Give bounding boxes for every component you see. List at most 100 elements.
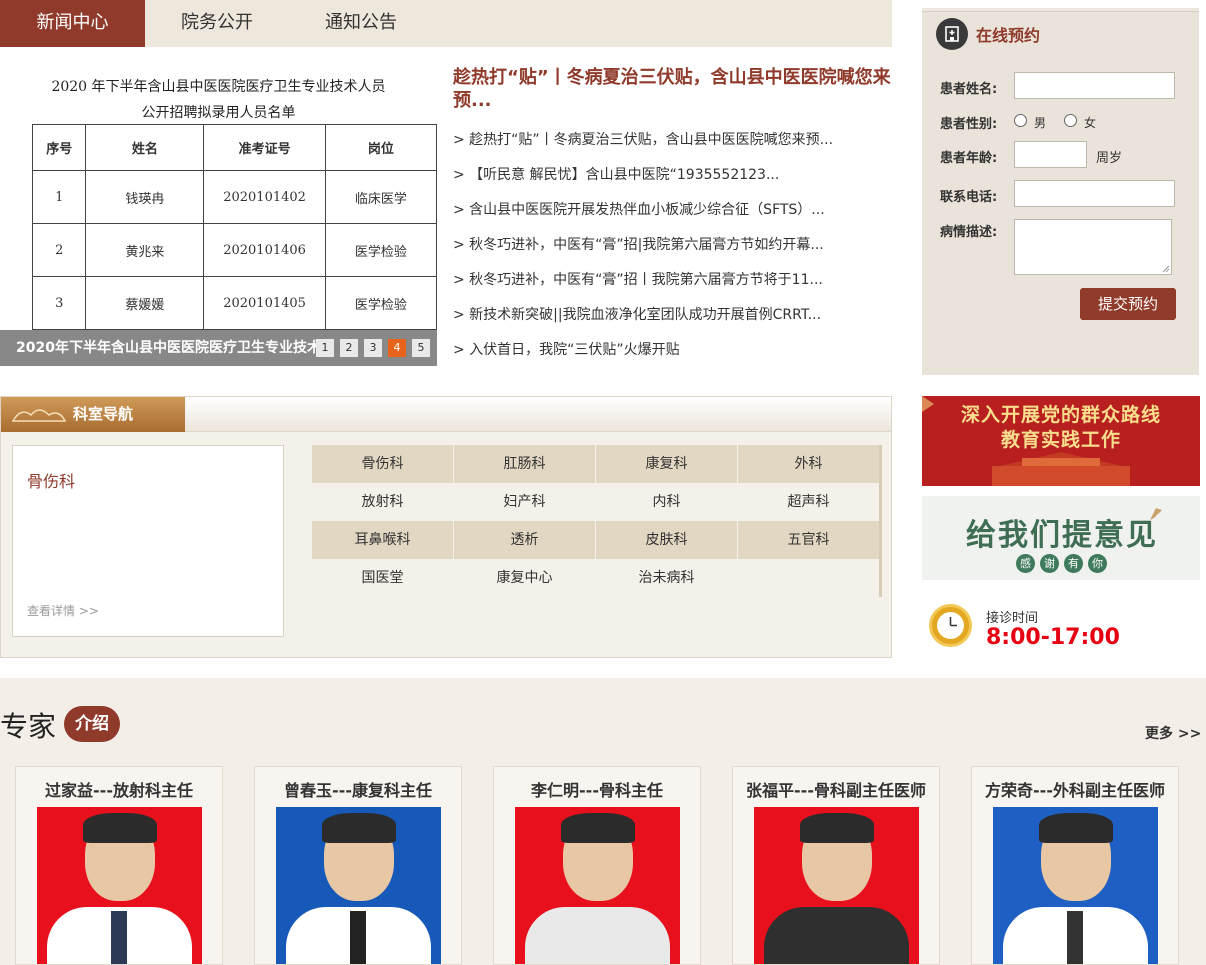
experts-badge: 介绍 <box>64 706 120 742</box>
expert-photo <box>993 807 1158 964</box>
department-item[interactable]: 透析 <box>454 521 595 559</box>
expert-card[interactable]: 过家益---放射科主任 <box>15 766 223 965</box>
slide-table-cell: 医学检验 <box>324 276 437 330</box>
department-nav-tab: 科室导航 <box>1 397 185 432</box>
department-item[interactable]: 耳鼻喉科 <box>312 521 453 559</box>
slide-table-cell: 2 <box>31 223 87 277</box>
slide-table-cell: 2020101406 <box>203 223 326 277</box>
slide-table-cell: 临床医学 <box>324 170 437 224</box>
department-item[interactable]: 治未病科 <box>596 559 737 597</box>
news-headline[interactable]: 趁热打“贴”丨冬病夏治三伏贴，含山县中医医院喊您来预... <box>453 66 898 112</box>
department-item[interactable]: 康复中心 <box>454 559 595 597</box>
slide-table-cell: 2020101402 <box>203 170 326 224</box>
patient-name-label: 患者姓名: <box>940 82 998 97</box>
tab-news-center[interactable]: 新闻中心 <box>0 0 145 47</box>
slide-caption-bar[interactable]: 2020年下半年含山县中医医院医疗卫生专业技术人员公开招聘拟录用人员名单 1 2… <box>0 330 437 366</box>
condition-desc-textarea[interactable] <box>1014 219 1172 275</box>
slide-doc-title: 2020 年下半年含山县中医医院医疗卫生专业技术人员 <box>51 79 386 95</box>
patient-age-input[interactable] <box>1014 141 1087 168</box>
selected-department-name: 骨伤科 <box>27 472 76 491</box>
news-list-item[interactable]: > 秋冬巧进补，中医有“膏”招丨我院第六届膏方节将于11... <box>453 269 823 289</box>
news-list-item[interactable]: > 【听民意 解民忧】含山县中医院“1935552123... <box>453 164 779 184</box>
department-item[interactable]: 超声科 <box>738 483 879 521</box>
department-scrollbar[interactable] <box>879 445 882 597</box>
expert-photo <box>515 807 680 964</box>
news-list-item[interactable]: > 含山县中医医院开展发热伴血小板减少综合征（SFTS）... <box>453 199 825 219</box>
phone-input[interactable] <box>1014 180 1175 207</box>
experts-more-link[interactable]: 更多 >> <box>1145 723 1201 743</box>
expert-card[interactable]: 方荣奇---外科副主任医师 <box>971 766 1179 965</box>
expert-card[interactable]: 张福平---骨科副主任医师 <box>732 766 940 965</box>
clock-icon <box>929 604 972 647</box>
slide-table-header: 姓名 <box>85 124 205 171</box>
resize-handle-icon[interactable] <box>1162 265 1170 273</box>
gender-male-radio[interactable] <box>1014 114 1027 127</box>
news-list-item[interactable]: > 入伏首日，我院“三伏贴”火爆开贴 <box>453 339 680 359</box>
party-banner-line2: 教育实践工作 <box>1000 429 1121 451</box>
news-image-slider[interactable]: 2020 年下半年含山县中医医院医疗卫生专业技术人员 公开招聘拟录用人员名单 序… <box>0 58 437 366</box>
department-item[interactable]: 康复科 <box>596 445 737 483</box>
tab-notices[interactable]: 通知公告 <box>289 0 433 47</box>
department-item[interactable]: 五官科 <box>738 521 879 559</box>
expert-photo <box>754 807 919 964</box>
expert-card[interactable]: 李仁明---骨科主任 <box>493 766 701 965</box>
department-nav-title: 科室导航 <box>73 405 134 423</box>
feedback-sub-char: 谢 <box>1040 554 1059 573</box>
slide-doc-table: 序号 姓名 准考证号 岗位 1 钱瑛冉 2020101402 临床医学 2 黄兆… <box>31 124 437 330</box>
feedback-banner[interactable]: 给我们提意见 感 谢 有 你 <box>922 496 1200 580</box>
expert-name: 张福平---骨科副主任医师 <box>746 781 926 800</box>
slide-dot[interactable]: 3 <box>364 339 382 357</box>
slide-table-cell: 3 <box>31 276 87 330</box>
slide-table-cell: 医学检验 <box>324 223 437 277</box>
feedback-sub-char: 感 <box>1016 554 1035 573</box>
news-list-item[interactable]: > 秋冬巧进补，中医有“膏”招|我院第六届膏方节如约开幕... <box>453 234 824 254</box>
tab-hospital-affairs[interactable]: 院务公开 <box>145 0 289 47</box>
department-item[interactable] <box>738 559 879 597</box>
slide-table-cell: 蔡媛媛 <box>85 276 205 330</box>
department-item[interactable]: 外科 <box>738 445 879 483</box>
gender-female-radio[interactable] <box>1064 114 1077 127</box>
expert-photo <box>276 807 441 964</box>
slide-table-cell: 1 <box>31 170 87 224</box>
expert-photo <box>37 807 202 964</box>
online-appointment-panel: 在线预约 患者姓名: 患者性别: 男 女 患者年龄: 周岁 联系电话: 病情描述… <box>922 8 1199 375</box>
slide-caption[interactable]: 2020年下半年含山县中医医院医疗卫生专业技术人员公开招聘拟录用人员名单 <box>16 330 316 366</box>
slide-table-header: 序号 <box>31 124 87 171</box>
department-detail-card: 骨伤科 查看详情 >> <box>12 445 284 637</box>
department-item[interactable]: 放射科 <box>312 483 453 521</box>
cloud-ornament-icon <box>11 409 67 422</box>
expert-name: 曾春玉---康复科主任 <box>284 781 432 800</box>
slide-dot[interactable]: 5 <box>412 339 430 357</box>
department-item[interactable]: 国医堂 <box>312 559 453 597</box>
slide-dot[interactable]: 1 <box>316 339 334 357</box>
slide-table-cell: 黄兆来 <box>85 223 205 277</box>
news-tabs-bar: 新闻中心 院务公开 通知公告 <box>0 0 892 47</box>
feedback-sub-char: 你 <box>1088 554 1107 573</box>
expert-card[interactable]: 曾春玉---康复科主任 <box>254 766 462 965</box>
department-more-link[interactable]: 查看详情 >> <box>27 602 99 619</box>
hours-value: 8:00-17:00 <box>986 625 1120 650</box>
patient-age-label: 患者年龄: <box>940 151 998 166</box>
expert-name: 过家益---放射科主任 <box>45 781 193 800</box>
department-item[interactable]: 妇产科 <box>454 483 595 521</box>
gender-female-label: 女 <box>1084 116 1097 130</box>
feather-icon <box>1150 508 1162 520</box>
slide-dot-active[interactable]: 4 <box>388 339 406 357</box>
department-item[interactable]: 内科 <box>596 483 737 521</box>
news-list-item[interactable]: > 趁热打“贴”丨冬病夏治三伏贴，含山县中医医院喊您来预... <box>453 129 833 149</box>
department-item[interactable]: 皮肤科 <box>596 521 737 559</box>
news-list-item[interactable]: > 新技术新突破||我院血液净化室团队成功开展首例CRRT... <box>453 304 821 324</box>
experts-title: 专家 <box>0 710 57 743</box>
submit-appointment-button[interactable]: 提交预约 <box>1080 288 1176 320</box>
party-banner-line1: 深入开展党的群众路线 <box>960 404 1161 426</box>
phone-label: 联系电话: <box>940 190 998 205</box>
department-nav-header: 科室导航 <box>1 397 891 432</box>
patient-name-input[interactable] <box>1014 72 1175 99</box>
party-campaign-banner[interactable]: 深入开展党的群众路线 教育实践工作 <box>922 396 1200 486</box>
age-unit-label: 周岁 <box>1096 151 1123 166</box>
department-item[interactable]: 肛肠科 <box>454 445 595 483</box>
expert-name: 李仁明---骨科主任 <box>531 781 663 800</box>
department-item[interactable]: 骨伤科 <box>312 445 453 483</box>
appointment-title: 在线预约 <box>976 26 1041 45</box>
slide-dot[interactable]: 2 <box>340 339 358 357</box>
